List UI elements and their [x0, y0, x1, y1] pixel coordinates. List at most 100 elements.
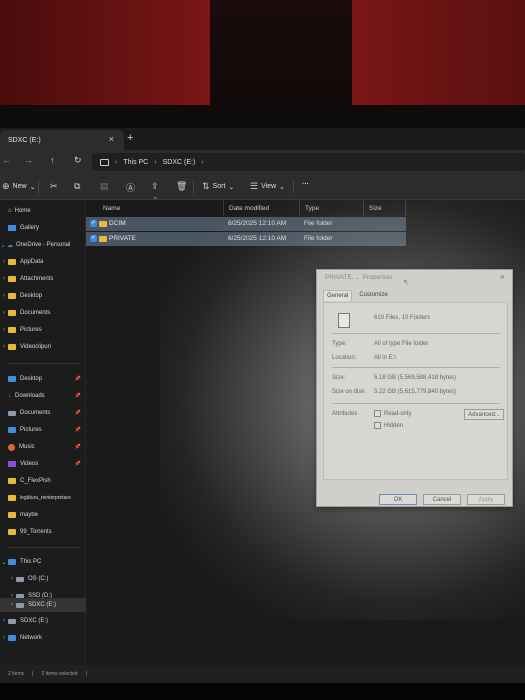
pin-icon[interactable]: 📌	[75, 461, 81, 467]
breadcrumb-separator: ›	[154, 158, 157, 166]
new-button[interactable]: ⊕ New ⌄	[2, 181, 35, 192]
read-only-checkbox[interactable]	[374, 410, 381, 417]
pin-icon[interactable]: 📌	[75, 376, 81, 382]
sidebar-item-label: Pictures	[20, 427, 42, 433]
view-button[interactable]: ☰ View ⌄	[250, 181, 285, 192]
sidebar-item-this-pc[interactable]: ⌄ This PC	[0, 555, 41, 569]
sidebar-item-desktop-od[interactable]: › Desktop	[0, 289, 42, 303]
sort-button[interactable]: ⇅ Sort ⌄	[202, 181, 234, 192]
chevron-right-icon[interactable]: ›	[8, 576, 16, 582]
breadcrumb-this-pc[interactable]: This PC	[123, 159, 148, 166]
sidebar-item-label: 99_Torrents	[20, 529, 52, 535]
folder-icon	[99, 236, 107, 242]
cut-icon[interactable]: ✂	[50, 181, 58, 192]
more-options-button[interactable]: ···	[302, 181, 309, 188]
column-header-date[interactable]: Date modified	[224, 200, 300, 216]
desktop-icon	[8, 376, 16, 382]
rename-icon[interactable]: Ⓐ	[126, 181, 135, 194]
sidebar-item-pictures-od[interactable]: › Pictures	[0, 323, 42, 337]
chevron-right-icon[interactable]: ›	[0, 344, 8, 350]
sidebar-item-legatura[interactable]: legătura_reinterpretare	[0, 491, 71, 505]
up-icon[interactable]: ↑	[50, 155, 55, 165]
folder-icon	[8, 310, 16, 316]
pin-icon[interactable]: 📌	[75, 444, 81, 450]
share-icon[interactable]: ⇪	[151, 181, 159, 192]
sidebar-item-label: Documents	[20, 310, 51, 316]
file-name: PRIVATE	[109, 235, 136, 242]
checkbox-checked[interactable]: ✓	[90, 235, 97, 242]
sidebar-item-documents-od[interactable]: › Documents	[0, 306, 50, 320]
close-icon[interactable]: ×	[500, 272, 505, 282]
advanced-button[interactable]: Advanced...	[464, 409, 504, 420]
chevron-right-icon[interactable]: ›	[0, 276, 8, 282]
cancel-button[interactable]: Cancel	[423, 494, 461, 505]
sidebar-item-home[interactable]: ⌂ Home	[0, 204, 31, 218]
chevron-right-icon[interactable]: ›	[0, 618, 8, 624]
sidebar-item-label: maybe	[20, 512, 39, 518]
sidebar-item-gallery[interactable]: Gallery	[0, 221, 39, 235]
sidebar-item-downloads[interactable]: ↓ Downloads 📌	[0, 389, 86, 403]
ok-button[interactable]: OK	[379, 494, 417, 505]
chevron-right-icon[interactable]: ›	[0, 293, 8, 299]
column-header-size[interactable]: Size	[364, 200, 406, 216]
sidebar-item-sdxc-e[interactable]: › SDXC (E:)	[8, 598, 56, 612]
sidebar-item-videoclipuri[interactable]: › Videoclipuri	[0, 340, 51, 354]
selected-count: 2 items selected	[41, 671, 78, 677]
sidebar-item-videos[interactable]: Videos 📌	[0, 457, 86, 471]
sidebar-item-label: Music	[19, 444, 35, 450]
tab-close-icon[interactable]: ×	[109, 134, 114, 144]
tab-general[interactable]: General	[323, 290, 353, 301]
table-row[interactable]: ✓ DCIM 6/25/2025 12:10 AM File folder	[86, 217, 406, 231]
sidebar-item-label: SDXC (E:)	[20, 618, 49, 624]
chevron-right-icon[interactable]: ›	[0, 310, 8, 316]
sidebar-item-appdata[interactable]: › AppData	[0, 255, 43, 269]
chevron-down-icon[interactable]: ⌄	[0, 242, 7, 249]
pin-icon[interactable]: 📌	[75, 427, 81, 433]
gallery-icon	[8, 225, 16, 231]
sidebar-item-pictures[interactable]: Pictures 📌	[0, 423, 86, 437]
new-tab-button[interactable]: +	[127, 132, 133, 144]
sidebar-item-sdxc-e-root[interactable]: › SDXC (E:)	[0, 614, 48, 628]
chevron-right-icon[interactable]: ›	[0, 635, 8, 641]
delete-icon[interactable]: 🗑	[176, 181, 187, 192]
sidebar-item-desktop[interactable]: Desktop 📌	[0, 372, 86, 386]
chevron-right-icon[interactable]: ›	[0, 259, 8, 265]
sidebar-item-onedrive[interactable]: ⌄ ☁ OneDrive - Personal	[0, 238, 70, 252]
sidebar-item-99-torrents[interactable]: 99_Torrents	[0, 525, 52, 539]
sidebar-item-music[interactable]: Music 📌	[0, 440, 86, 454]
sidebar-item-os-c[interactable]: › OS (C:)	[8, 572, 48, 586]
hidden-checkbox[interactable]	[374, 422, 381, 429]
sidebar-item-network[interactable]: › Network	[0, 631, 42, 645]
sidebar-item-label: OS (C:)	[28, 576, 49, 582]
address-bar[interactable]: › This PC › SDXC (E:) ›	[92, 153, 525, 171]
sidebar-item-documents[interactable]: Documents 📌	[0, 406, 86, 420]
sidebar-item-label: C_FlexPish	[20, 478, 51, 484]
apply-button[interactable]: Apply	[467, 494, 505, 505]
copy-icon[interactable]: ⧉	[74, 181, 80, 192]
column-header-name[interactable]: Name	[98, 200, 224, 216]
paste-icon[interactable]: ▤	[100, 181, 109, 192]
column-header-type[interactable]: Type	[300, 200, 364, 216]
sidebar-item-attachments[interactable]: › Attachments	[0, 272, 53, 286]
pin-icon[interactable]: 📌	[75, 410, 81, 416]
tab-sdxc[interactable]: SDXC (E:) ×	[0, 130, 124, 150]
sidebar-item-label: Network	[20, 635, 43, 641]
back-icon[interactable]: ←	[2, 155, 11, 165]
chevron-right-icon[interactable]: ›	[0, 327, 8, 333]
checkbox-checked[interactable]: ✓	[90, 220, 97, 227]
size-on-disk-value: 5.22 GB (5,615,779,840 bytes)	[374, 389, 457, 395]
chevron-down-icon[interactable]: ⌄	[0, 559, 8, 566]
location-label: Location:	[332, 355, 357, 361]
table-row[interactable]: ✓ PRIVATE 6/25/2025 12:10 AM File folder	[86, 232, 406, 246]
chevron-right-icon[interactable]: ›	[8, 602, 16, 608]
sidebar-item-c-flexpish[interactable]: C_FlexPish	[0, 474, 51, 488]
monitor-bezel	[0, 683, 525, 700]
forward-icon[interactable]: →	[24, 155, 33, 165]
music-icon	[8, 443, 15, 451]
refresh-icon[interactable]: ↻	[74, 155, 82, 166]
divider	[332, 367, 500, 368]
breadcrumb-sdxc[interactable]: SDXC (E:)	[163, 159, 196, 166]
tab-customize[interactable]: Customize	[356, 290, 390, 301]
sidebar-item-maybe[interactable]: maybe	[0, 508, 38, 522]
pin-icon[interactable]: 📌	[75, 393, 81, 399]
